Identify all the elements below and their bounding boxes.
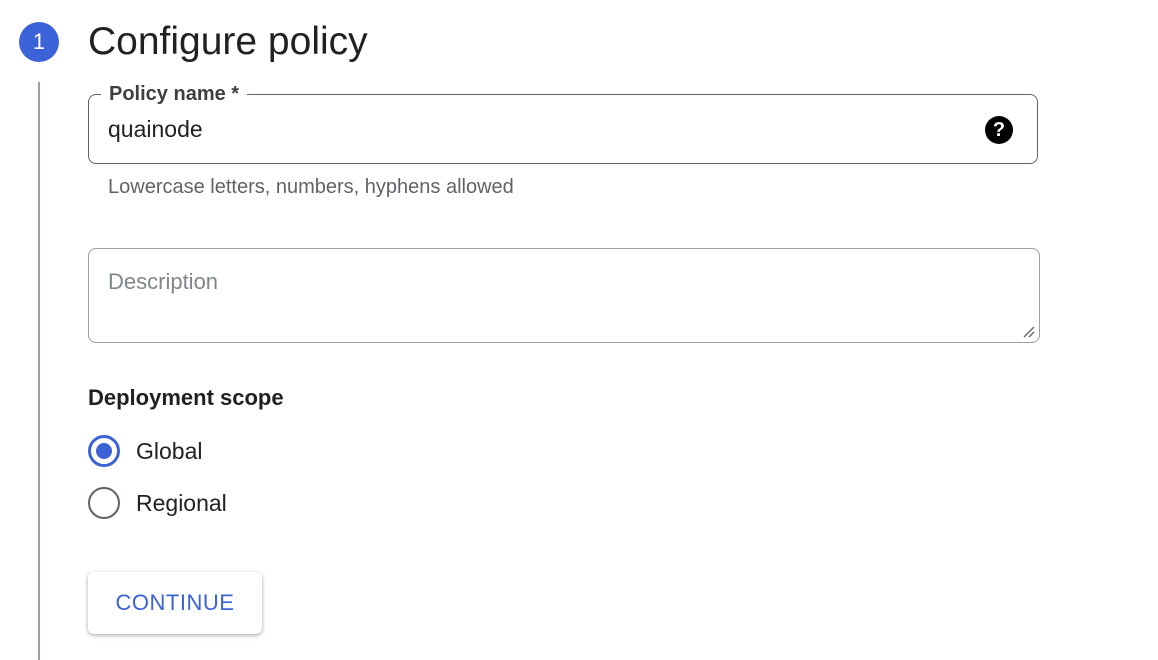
policy-name-hint: Lowercase letters, numbers, hyphens allo… [108, 176, 514, 198]
step-title: Configure policy [88, 20, 368, 63]
resize-handle-icon[interactable] [1021, 324, 1035, 338]
radio-option-global[interactable]: Global [88, 435, 388, 467]
radio-label-global: Global [136, 438, 203, 464]
radio-dot [96, 443, 112, 459]
deployment-scope-label: Deployment scope [88, 385, 284, 410]
policy-name-field[interactable]: Policy name * ? [88, 82, 1038, 164]
description-field[interactable] [88, 248, 1040, 343]
help-circle-icon[interactable]: ? [985, 116, 1013, 144]
policy-name-label: Policy name * [101, 82, 248, 106]
step-number-badge: 1 [19, 22, 59, 62]
radio-checked-icon[interactable] [88, 435, 120, 467]
step-connector-line [38, 82, 40, 660]
description-textarea[interactable] [108, 269, 1008, 329]
continue-button[interactable]: CONTINUE [88, 572, 262, 634]
radio-unchecked-icon[interactable] [88, 487, 120, 519]
radio-label-regional: Regional [136, 490, 227, 516]
radio-option-regional[interactable]: Regional [88, 487, 388, 519]
policy-name-input[interactable] [108, 113, 968, 145]
